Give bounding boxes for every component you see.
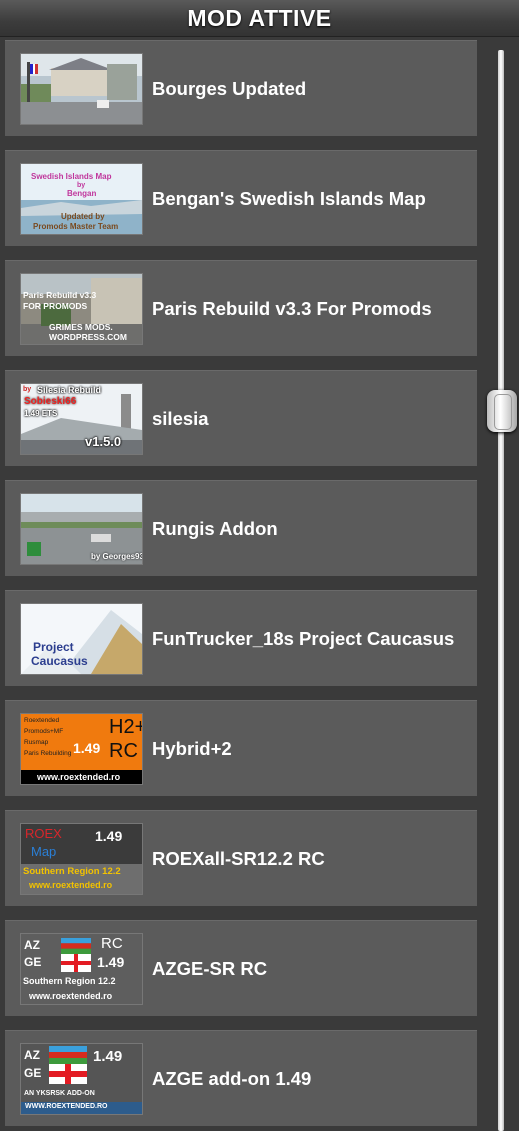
thumb-text: AZ xyxy=(24,1047,40,1062)
mod-name: Rungis Addon xyxy=(152,517,278,539)
thumb-text: AN YKSRSK ADD-ON xyxy=(24,1089,95,1097)
thumb-text: by Georges93 xyxy=(91,551,143,561)
mod-name: Bengan's Swedish Islands Map xyxy=(152,187,426,209)
mod-name: Paris Rebuild v3.3 For Promods xyxy=(152,297,432,319)
thumb-text: www.roextended.ro xyxy=(37,771,121,782)
thumb-text: Paris Rebuilding xyxy=(24,749,72,757)
thumb-text: Southern Region 12.2 xyxy=(23,975,116,986)
thumb-text: GE xyxy=(24,1065,42,1080)
thumb-text: Swedish Islands Map xyxy=(31,171,112,181)
thumb-text: Rusmap xyxy=(24,738,49,746)
mod-item-paris-rebuild[interactable]: Paris Rebuild v3.3 FOR PROMODS GRIMES MO… xyxy=(5,260,477,356)
thumb-text: Promods+MF xyxy=(24,727,64,735)
thumb-text: FOR PROMODS xyxy=(23,300,88,311)
thumb-text: 1.49 xyxy=(93,1047,123,1065)
thumb-text: Promods Master Team xyxy=(33,221,119,231)
mod-name: AZGE-SR RC xyxy=(152,957,268,979)
mod-item-azge-addon[interactable]: AZ GE 1.49 AN YKSRSK ADD-ON WWW.ROEXTEND… xyxy=(5,1030,477,1126)
thumb-text: ROEX xyxy=(25,825,62,841)
mod-item-roexall[interactable]: ROEX Map 1.49 Southern Region 12.2 www.r… xyxy=(5,810,477,906)
thumb-text: Project xyxy=(33,639,74,654)
thumb-text: WORDPRESS.COM xyxy=(49,331,127,342)
thumb-text: GRIMES MODS. xyxy=(49,321,113,332)
thumb-text: by xyxy=(23,385,32,393)
mod-thumbnail: AZ GE 1.49 AN YKSRSK ADD-ON WWW.ROEXTEND… xyxy=(20,1042,143,1115)
thumb-text: by xyxy=(77,181,86,189)
thumb-text: RC xyxy=(101,934,123,952)
mod-item-rungis[interactable]: by Georges93 Rungis Addon xyxy=(5,480,477,576)
panel-header: MOD ATTIVE xyxy=(0,0,519,37)
panel-title: MOD ATTIVE xyxy=(187,4,332,31)
thumb-text: H2+ xyxy=(109,715,143,738)
mod-name: Bourges Updated xyxy=(152,77,307,99)
thumb-text: Sobieski66 xyxy=(24,395,77,407)
mod-thumbnail: by Georges93 xyxy=(20,492,143,565)
scrollbar-track[interactable] xyxy=(498,50,504,1131)
mod-thumbnail: Swedish Islands Map by Bengan Updated by… xyxy=(20,162,143,235)
thumb-text: 1.49 ETS xyxy=(24,408,58,418)
thumb-text: Southern Region 12.2 xyxy=(23,865,121,877)
thumb-text: Bengan xyxy=(67,188,97,198)
mod-item-project-caucasus[interactable]: Project Caucasus FunTrucker_18s Project … xyxy=(5,590,477,686)
thumb-text: 1.49 xyxy=(97,953,125,970)
mod-thumbnail: ROEX Map 1.49 Southern Region 12.2 www.r… xyxy=(20,822,143,895)
thumb-text: www.roextended.ro xyxy=(29,990,113,1001)
thumb-text: WWW.ROEXTENDED.RO xyxy=(25,1102,108,1110)
mod-thumbnail: AZ GE RC 1.49 Southern Region 12.2 www.r… xyxy=(20,932,143,1005)
thumb-text: Paris Rebuild v3.3 xyxy=(23,289,97,300)
thumb-text: v1.5.0 xyxy=(85,433,122,449)
mod-name: AZGE add-on 1.49 xyxy=(152,1067,312,1089)
thumb-text: 1.49 xyxy=(73,739,101,756)
mod-item-hybrid-2[interactable]: Roextended Promods+MF Rusmap Paris Rebui… xyxy=(5,700,477,796)
mod-thumbnail: Roextended Promods+MF Rusmap Paris Rebui… xyxy=(20,712,143,785)
thumb-text: Caucasus xyxy=(31,653,88,668)
mod-item-bourges[interactable]: Bourges Updated xyxy=(5,40,477,136)
thumb-text: RC xyxy=(109,739,138,762)
mod-thumbnail: by Silesia Rebuild Sobieski66 1.49 ETS v… xyxy=(20,382,143,455)
mod-name: FunTrucker_18s Project Caucasus xyxy=(152,627,455,649)
thumb-text: www.roextended.ro xyxy=(29,879,113,890)
scrollbar-thumb[interactable] xyxy=(487,390,517,432)
mod-name: ROEXall-SR12.2 RC xyxy=(152,847,325,869)
mod-name: Hybrid+2 xyxy=(152,737,232,759)
mod-thumbnail xyxy=(20,52,143,125)
thumb-text: Updated by xyxy=(61,211,105,221)
mod-item-azge-sr[interactable]: AZ GE RC 1.49 Southern Region 12.2 www.r… xyxy=(5,920,477,1016)
mod-item-silesia[interactable]: by Silesia Rebuild Sobieski66 1.49 ETS v… xyxy=(5,370,477,466)
thumb-text: 1.49 xyxy=(95,827,123,844)
mod-thumbnail: Project Caucasus xyxy=(20,602,143,675)
thumb-text: AZ xyxy=(24,937,40,952)
mod-thumbnail: Paris Rebuild v3.3 FOR PROMODS GRIMES MO… xyxy=(20,272,143,345)
active-mods-list[interactable]: Bourges Updated Swedish Islands Map by B… xyxy=(0,40,482,1131)
thumb-text: Silesia Rebuild xyxy=(37,384,102,395)
thumb-text: Roextended xyxy=(24,716,60,724)
thumb-text: Map xyxy=(31,843,57,859)
thumb-text: GE xyxy=(24,954,42,969)
mod-item-swedish-islands[interactable]: Swedish Islands Map by Bengan Updated by… xyxy=(5,150,477,246)
mod-name: silesia xyxy=(152,407,209,429)
